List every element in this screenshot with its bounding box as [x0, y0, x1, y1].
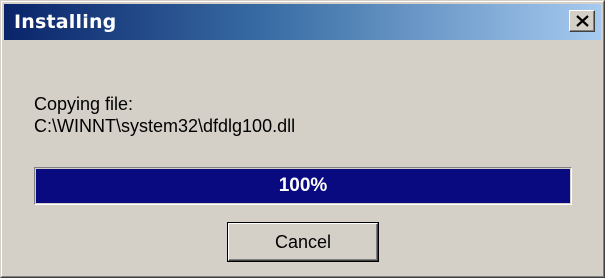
dialog-frame: Installing Copying file: C:\WINNT\system…: [1, 1, 604, 277]
close-icon: [576, 15, 589, 27]
title-bar[interactable]: Installing: [4, 4, 601, 40]
close-button[interactable]: [569, 10, 595, 32]
progress-bar: 100%: [34, 167, 572, 205]
installing-dialog: Installing Copying file: C:\WINNT\system…: [0, 0, 605, 278]
current-file-path: C:\WINNT\system32\dfdlg100.dll: [34, 116, 296, 136]
cancel-button-label: Cancel: [274, 232, 332, 252]
progress-percent: 100%: [278, 175, 328, 196]
window-title: Installing: [14, 11, 117, 33]
status-label: Copying file:: [34, 94, 134, 114]
cancel-button[interactable]: Cancel: [227, 222, 379, 262]
